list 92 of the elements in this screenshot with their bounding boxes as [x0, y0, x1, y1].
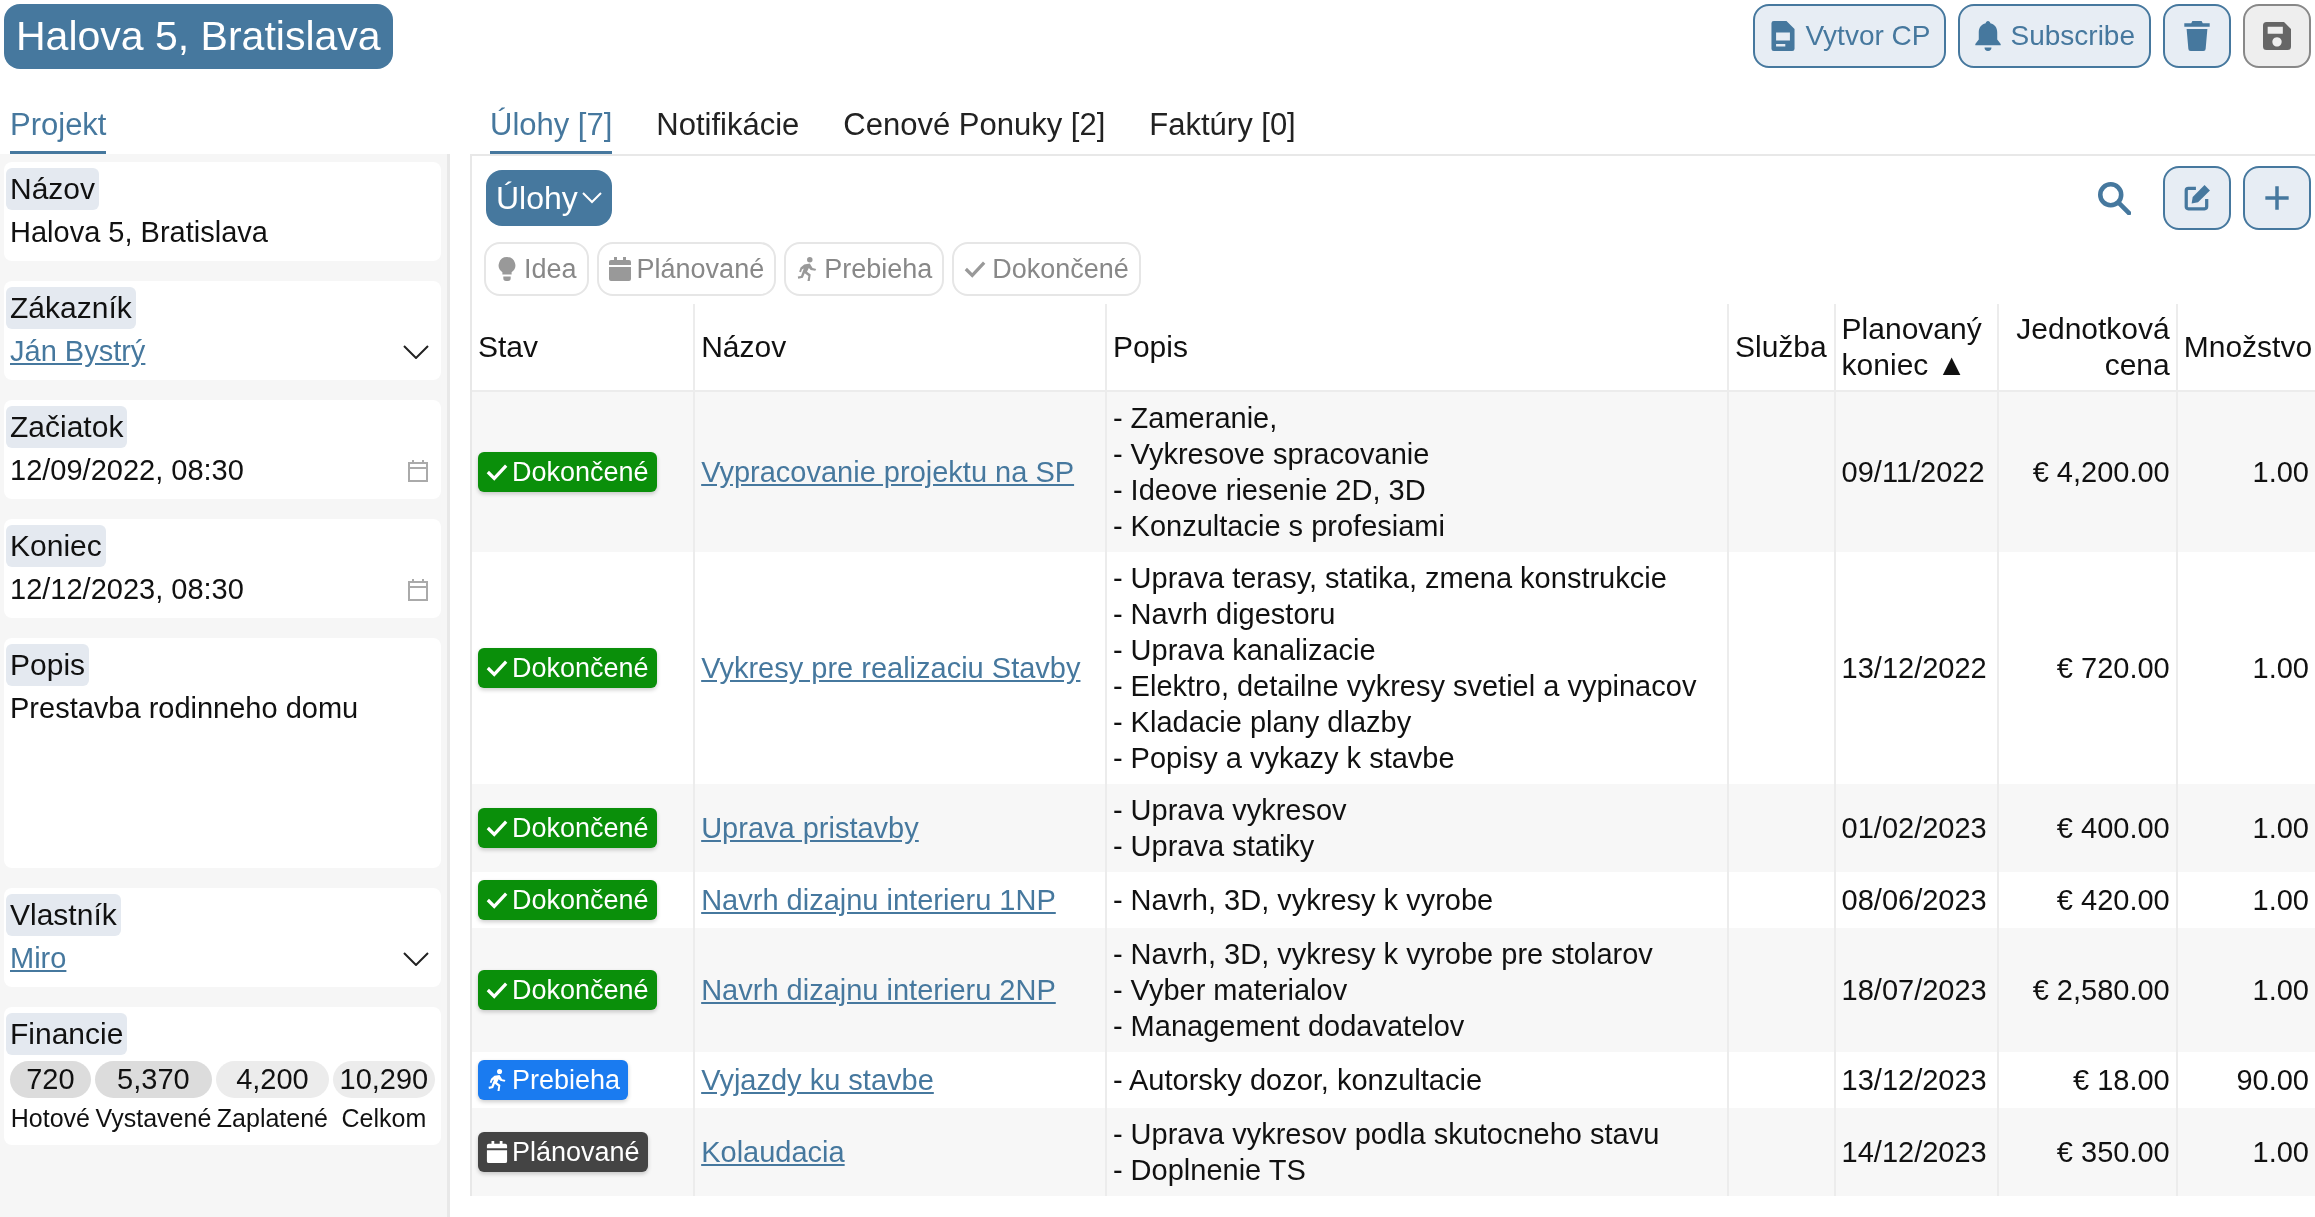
task-description: - Uprava vykresov podla skutocneho stavu - Doplnenie TS	[1112, 1117, 1661, 1188]
task-link[interactable]: Uprava pristavby	[701, 812, 919, 844]
task-link[interactable]: Vyjazdy ku stavbe	[701, 1064, 934, 1096]
table-cell: € 400.00	[2056, 812, 2170, 844]
action-button[interactable]: Vytvor CP	[1753, 4, 1947, 68]
finance-amount: 5,370	[94, 1061, 213, 1098]
field-label: Koniec	[6, 525, 106, 567]
table-cell: 01/02/2023	[1841, 812, 1987, 844]
field-label: Financie	[6, 1013, 128, 1055]
status-badge: Dokončené	[478, 452, 657, 492]
calendar-icon	[608, 257, 631, 281]
table-cell: € 2,580.00	[2032, 974, 2170, 1006]
status-badge: Plánované	[478, 1132, 648, 1172]
task-description: - Zameranie, - Vykresove spracovanie - Ideove riesenie 2D, 3D - Konzultacie s profesiami	[1112, 401, 1446, 544]
table-cell: 13/12/2022	[1841, 652, 1987, 684]
chevron-down-icon[interactable]	[403, 344, 429, 359]
date-field[interactable]: 12/09/2022, 08:30	[10, 454, 244, 487]
running-person-icon	[486, 1069, 508, 1091]
view-dropdown[interactable]: Úlohy	[486, 170, 612, 226]
status-badge: Dokončené	[478, 648, 657, 688]
edit-icon	[2183, 183, 2211, 213]
table-cell: 1.00	[2252, 812, 2309, 844]
filter-chip[interactable]: Plánované	[596, 242, 777, 296]
table-cell: 90.00	[2236, 1064, 2309, 1096]
date-field[interactable]: 12/12/2023, 08:30	[10, 573, 244, 606]
filter-chip[interactable]: Prebieha	[784, 242, 945, 296]
table-cell: 08/06/2023	[1841, 884, 1987, 916]
task-link[interactable]: Navrh dizajnu interieru 1NP	[701, 884, 1056, 916]
document-icon	[1769, 21, 1798, 51]
table-cell: € 350.00	[2056, 1136, 2170, 1168]
finance-amount: 10,290	[332, 1061, 435, 1098]
action-button[interactable]: Subscribe	[1958, 4, 2151, 68]
table-cell: € 18.00	[2072, 1064, 2170, 1096]
tab[interactable]: Cenové Ponuky [2]	[843, 107, 1106, 154]
project-title: Halova 5, Bratislava	[4, 4, 393, 69]
bell-icon	[1974, 21, 2003, 51]
tab[interactable]: Úlohy [7]	[490, 107, 613, 154]
edit-button[interactable]	[2163, 166, 2231, 230]
task-link[interactable]: Vykresy pre realizaciu Stavby	[701, 652, 1081, 684]
status-badge: Dokončené	[478, 970, 657, 1010]
status-badge: Prebieha	[478, 1060, 629, 1100]
chevron-down-icon[interactable]	[403, 951, 429, 966]
field-link[interactable]: Ján Bystrý	[10, 335, 146, 368]
task-description: - Autorsky dozor, konzultacie	[1112, 1063, 1484, 1098]
table-cell: 1.00	[2252, 652, 2309, 684]
table-cell: € 720.00	[2056, 652, 2170, 684]
task-link[interactable]: Vypracovanie projektu na SP	[701, 456, 1075, 488]
field-label: Zákazník	[6, 287, 136, 329]
table-cell: € 420.00	[2056, 884, 2170, 916]
field-value[interactable]: Prestavba rodinneho domu	[10, 692, 359, 725]
status-badge: Dokončené	[478, 880, 657, 920]
finance-caption: Hotové	[10, 1104, 90, 1133]
table-cell: 18/07/2023	[1841, 974, 1987, 1006]
save-button[interactable]	[2243, 4, 2311, 68]
table-cell: 1.00	[2252, 1136, 2309, 1168]
save-icon	[2263, 21, 2291, 51]
task-description: - Uprava terasy, statika, zmena konstrukcie - Navrh digestoru - Uprava kanalizacie - Elektro, detailne vykresy svetiel a vypinacov - Kladacie plany dlazby - Popisy a vykazy k stavbe	[1112, 561, 1698, 776]
finance-amount: 720	[10, 1061, 91, 1098]
filter-chip[interactable]: Idea	[484, 242, 589, 296]
search-icon[interactable]	[2097, 181, 2131, 215]
running-person-icon	[796, 257, 819, 281]
field-label: Názov	[6, 168, 100, 210]
calendar-icon	[486, 1141, 508, 1163]
table-cell: 09/11/2022	[1841, 456, 1985, 488]
field-label: Popis	[6, 644, 90, 686]
trash-icon	[2183, 21, 2211, 51]
table-cell: 14/12/2023	[1841, 1136, 1987, 1168]
task-description: - Navrh, 3D, vykresy k vyrobe	[1112, 883, 1495, 918]
tab[interactable]: Faktúry [0]	[1149, 107, 1296, 154]
tab[interactable]: Notifikácie	[656, 107, 800, 154]
table-cell: 13/12/2023	[1841, 1064, 1987, 1096]
delete-button[interactable]	[2163, 4, 2231, 68]
finance-caption: Vystavené	[95, 1104, 212, 1133]
table-cell: 1.00	[2252, 456, 2309, 488]
table-cell: 1.00	[2252, 974, 2309, 1006]
filter-chip[interactable]: Dokončené	[952, 242, 1141, 296]
task-description: - Navrh, 3D, vykresy k vyrobe pre stolarov - Vyber materialov - Management dodavatelov	[1112, 937, 1654, 1044]
finance-caption: Celkom	[341, 1104, 427, 1133]
plus-icon	[2263, 183, 2291, 213]
status-badge: Dokončené	[478, 808, 657, 848]
lightbulb-icon	[496, 257, 518, 281]
field-label: Začiatok	[6, 406, 128, 448]
table-cell: 1.00	[2252, 884, 2309, 916]
table-cell: € 4,200.00	[2032, 456, 2170, 488]
finance-amount: 4,200	[216, 1061, 329, 1098]
field-label: Vlastník	[6, 894, 121, 936]
field-value[interactable]: Halova 5, Bratislava	[10, 216, 268, 249]
task-link[interactable]: Kolaudacia	[701, 1136, 845, 1168]
add-button[interactable]	[2243, 166, 2311, 230]
finance-caption: Zaplatené	[216, 1104, 328, 1133]
task-description: - Uprava vykresov - Uprava statiky	[1112, 793, 1348, 864]
field-link[interactable]: Miro	[10, 942, 67, 975]
